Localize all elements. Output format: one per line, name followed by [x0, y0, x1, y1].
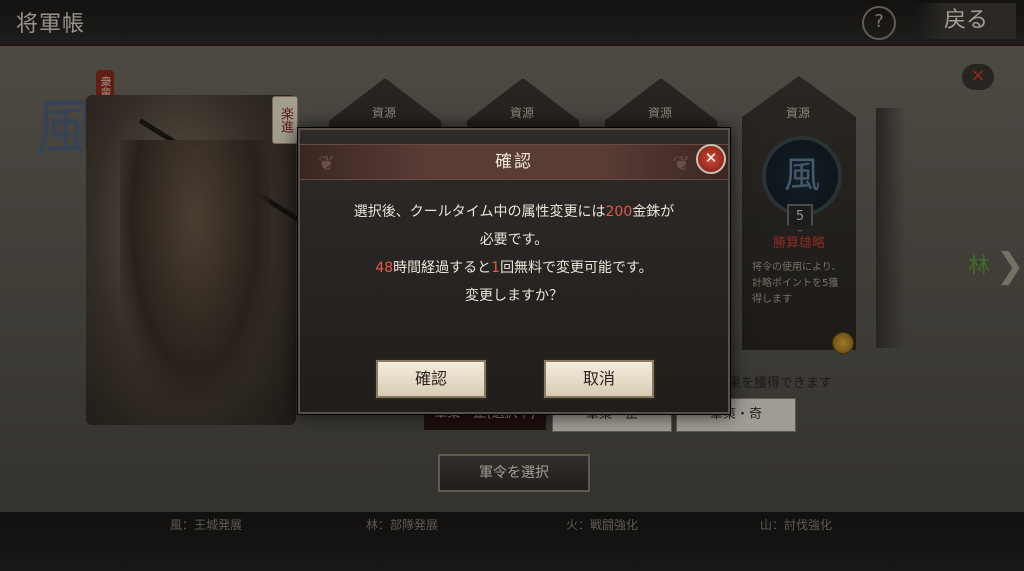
message-line-1: 選択後、クールタイム中の属性変更には200金銖が [353, 204, 675, 220]
gold-cost: 200 [605, 204, 633, 220]
message-line-4: 変更しますか？ [465, 288, 563, 304]
confirm-dialog: ❦ 確認 ❦ ✕ 選択後、クールタイム中の属性変更には200金銖が 必要です。 … [298, 128, 730, 414]
confirm-button[interactable]: 確認 [376, 360, 486, 398]
message-line-3: 48時間経過すると1回無料で変更可能です。 [375, 260, 653, 276]
free-count: 1 [491, 260, 501, 276]
hours-value: 48 [375, 260, 394, 276]
close-icon[interactable]: ✕ [696, 144, 726, 174]
dialog-title: 確認 [495, 152, 533, 172]
cancel-button[interactable]: 取消 [544, 360, 654, 398]
dialog-header: ❦ 確認 ❦ [300, 144, 728, 180]
message-line-2: 必要です。 [479, 232, 549, 248]
dialog-message: 選択後、クールタイム中の属性変更には200金銖が 必要です。 48時間経過すると… [310, 198, 718, 310]
cloud-ornament-icon: ❦ [673, 151, 690, 175]
